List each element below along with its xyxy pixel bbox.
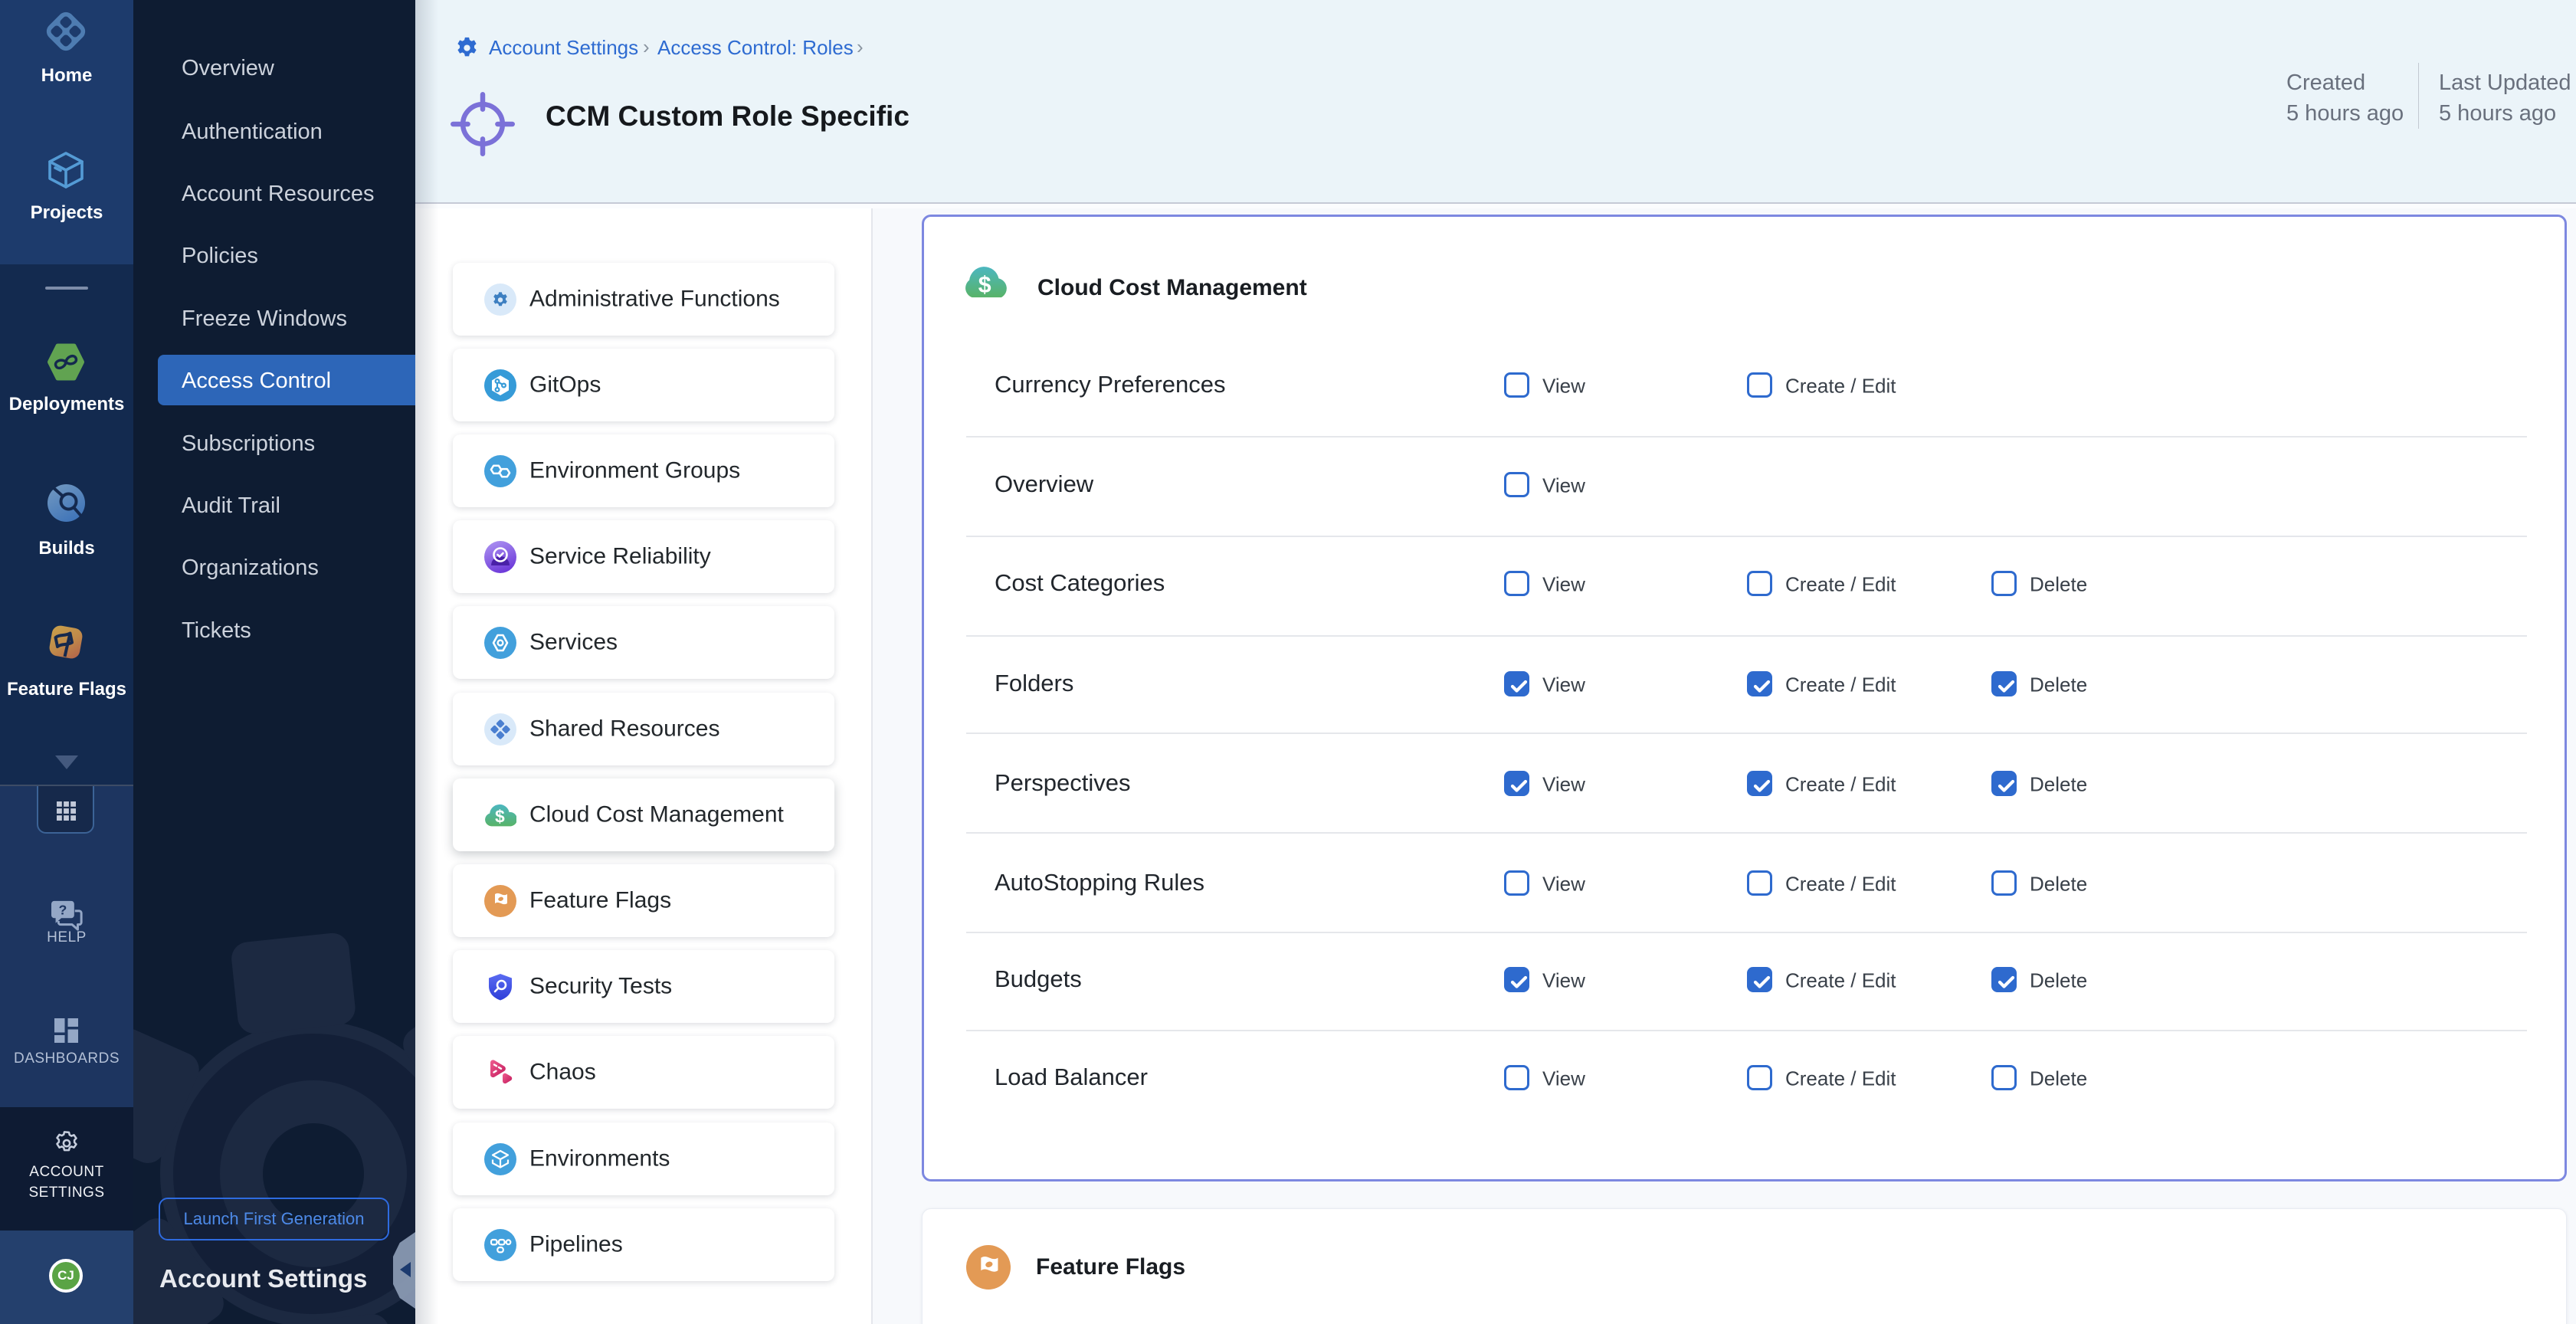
svg-text:?: ? [59, 903, 67, 918]
svg-text:$: $ [978, 273, 991, 298]
svg-text:$: $ [495, 806, 505, 826]
